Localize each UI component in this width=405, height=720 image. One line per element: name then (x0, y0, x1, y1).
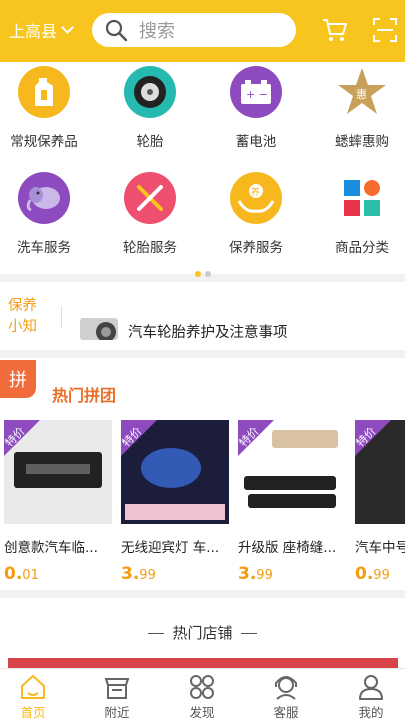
group-buy-section: 拼 热门拼团 特价 创意款汽车临... 0.01 特价 无线迎宾灯 车... 3… (0, 358, 405, 590)
product-name: 汽车中号 (355, 540, 405, 556)
price-dec: 01 (22, 568, 39, 583)
home-icon (21, 675, 45, 699)
section-title: 热门拼团 (52, 386, 117, 405)
group-buy-badge: 拼 (0, 360, 36, 398)
bottom-nav: 首页 附近 发现 客服 我的 (0, 668, 405, 720)
location-label: 上高县 (9, 22, 58, 41)
product-card[interactable]: 特价 创意款汽车临... 0.01 (4, 420, 112, 584)
category-battery[interactable]: + − 蓄电池 (206, 66, 306, 150)
news-title: 汽车轮胎养护及注意事项 (128, 325, 288, 341)
nav-label: 首页 (20, 705, 46, 720)
tools-icon (124, 172, 176, 224)
divider (240, 633, 257, 634)
tire-icon (124, 66, 176, 118)
product-card[interactable]: 特价 升级版 座椅缝... 3.99 (238, 420, 346, 584)
nav-label: 附近 (104, 705, 130, 720)
nav-label: 我的 (358, 705, 384, 720)
category-grid: 常规保养品 轮胎 + − 蓄电池 惠 蟋蟀惠购 洗车服务 轮胎服务 养 保养服务… (0, 62, 405, 274)
nav-label: 客服 (273, 705, 299, 720)
price-int: 0. (355, 564, 374, 584)
grid-category-icon (336, 172, 388, 224)
battery-icon: + − (230, 66, 282, 118)
news-tag: 保养 小知 (8, 296, 37, 338)
category-discount[interactable]: 惠 蟋蟀惠购 (312, 66, 405, 150)
store-icon (104, 678, 130, 699)
price-dec: 99 (256, 568, 273, 583)
product-image: 特价 (238, 420, 346, 524)
hands-care-icon: 养 (230, 172, 282, 224)
star-discount-icon: 惠 (336, 66, 388, 118)
price-dec: 99 (373, 568, 390, 583)
location-selector[interactable]: 上高县 (9, 18, 74, 42)
product-price: 3.99 (238, 564, 346, 584)
product-name: 无线迎宾灯 车... (121, 540, 220, 556)
section-title-row: 热门店铺 (0, 622, 405, 643)
top-header: 上高县 搜索 (0, 0, 405, 62)
category-label: 轮胎 (136, 134, 164, 150)
price-int: 0. (4, 564, 23, 584)
nav-home[interactable]: 首页 (0, 673, 73, 720)
category-maintenance-service[interactable]: 养 保养服务 (206, 172, 306, 256)
category-label: 常规保养品 (10, 134, 78, 150)
carousel-dot[interactable] (204, 271, 211, 277)
news-tag-line1: 保养 (8, 298, 37, 314)
category-label: 洗车服务 (17, 240, 71, 256)
product-price: 0.99 (355, 564, 405, 584)
product-image: 特价 (355, 420, 405, 524)
product-image: 特价 (121, 420, 229, 524)
category-product-class[interactable]: 商品分类 (312, 172, 405, 256)
section-title: 热门店铺 (172, 624, 233, 642)
carousel-dots (0, 262, 405, 281)
news-tag-line2: 小知 (8, 319, 37, 335)
category-label: 蟋蟀惠购 (335, 134, 389, 150)
search-icon (105, 19, 128, 42)
divider (148, 633, 165, 634)
category-label: 轮胎服务 (123, 240, 177, 256)
product-card[interactable]: 特价 无线迎宾灯 车... 3.99 (121, 420, 229, 584)
search-bar[interactable]: 搜索 (92, 13, 296, 47)
news-ticker[interactable]: 保养 小知 汽车轮胎养护及注意事项 (0, 282, 405, 350)
category-label: 保养服务 (229, 240, 283, 256)
nav-label: 发现 (189, 705, 215, 720)
category-label: 商品分类 (335, 240, 389, 256)
product-name: 创意款汽车临... (4, 540, 98, 556)
product-name: 升级版 座椅缝... (238, 540, 337, 556)
search-placeholder: 搜索 (139, 21, 175, 42)
headset-icon (275, 676, 297, 700)
nav-mine[interactable]: 我的 (331, 673, 405, 720)
divider (61, 306, 62, 328)
nav-discover[interactable]: 发现 (162, 673, 242, 720)
category-carwash[interactable]: 洗车服务 (0, 172, 94, 256)
cart-icon[interactable] (322, 17, 348, 43)
news-thumbnail (80, 318, 118, 340)
price-int: 3. (238, 564, 257, 584)
nav-service[interactable]: 客服 (246, 673, 326, 720)
price-int: 3. (121, 564, 140, 584)
svg-text:惠: 惠 (356, 87, 367, 101)
product-price: 0.01 (4, 564, 112, 584)
category-tire-service[interactable]: 轮胎服务 (100, 172, 200, 256)
scan-icon[interactable] (372, 17, 398, 43)
product-price: 3.99 (121, 564, 229, 584)
category-label: 蓄电池 (235, 134, 277, 150)
elephant-icon (18, 172, 70, 224)
svg-text:+ −: + − (246, 88, 268, 101)
discover-icon (190, 675, 214, 699)
oil-bottle-icon (18, 66, 70, 118)
product-image: 特价 (4, 420, 112, 524)
category-tire[interactable]: 轮胎 (100, 66, 200, 150)
chevron-down-icon (61, 21, 74, 34)
hot-shops-section: 热门店铺 (0, 598, 405, 670)
user-icon (359, 675, 383, 700)
nav-nearby[interactable]: 附近 (77, 673, 157, 720)
price-dec: 99 (139, 568, 156, 583)
product-card[interactable]: 特价 汽车中号 0.99 (355, 420, 405, 584)
carousel-dot-active[interactable] (194, 271, 201, 277)
svg-text:养: 养 (251, 186, 260, 198)
category-maintenance[interactable]: 常规保养品 (0, 66, 94, 150)
home-page: 上高县 搜索 常规保养品 轮胎 + − 蓄电池 惠 蟋蟀惠购 洗车服务 轮胎服务… (0, 0, 405, 720)
